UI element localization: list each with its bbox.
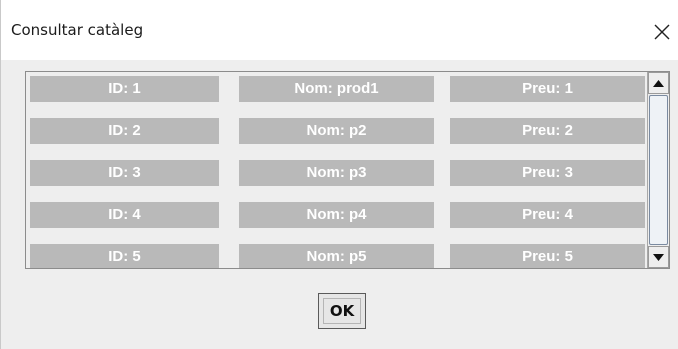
ok-button[interactable]: OK (318, 293, 366, 329)
scroll-thumb[interactable] (649, 95, 668, 245)
catalog-row: ID: 5 Nom: p5 Preu: 5 (30, 244, 647, 268)
scroll-down-button[interactable] (648, 246, 669, 268)
product-name-cell: Nom: p3 (239, 160, 434, 186)
catalog-row: ID: 1 Nom: prod1 Preu: 1 (30, 76, 647, 118)
product-id-cell: ID: 3 (30, 160, 219, 186)
dialog-content: ID: 1 Nom: prod1 Preu: 1 ID: 2 Nom: p2 P… (1, 60, 678, 349)
close-icon (654, 24, 670, 40)
product-price-cell: Preu: 2 (450, 118, 645, 144)
close-button[interactable] (645, 14, 678, 50)
product-id-cell: ID: 4 (30, 202, 219, 228)
dialog-window: Consultar catàleg ID: 1 Nom: prod1 Preu:… (0, 0, 678, 349)
product-price-cell: Preu: 3 (450, 160, 645, 186)
scroll-down-arrow-icon (653, 253, 664, 261)
product-price-cell: Preu: 5 (450, 244, 645, 268)
product-id-cell: ID: 1 (30, 76, 219, 102)
product-name-cell: Nom: p4 (239, 202, 434, 228)
product-name-cell: Nom: p5 (239, 244, 434, 268)
catalog-row: ID: 2 Nom: p2 Preu: 2 (30, 118, 647, 160)
catalog-rows: ID: 1 Nom: prod1 Preu: 1 ID: 2 Nom: p2 P… (30, 76, 647, 268)
dialog-title: Consultar catàleg (11, 21, 144, 39)
product-price-cell: Preu: 4 (450, 202, 645, 228)
scroll-up-arrow-icon (653, 79, 664, 87)
product-name-cell: Nom: p2 (239, 118, 434, 144)
product-name-cell: Nom: prod1 (239, 76, 434, 102)
catalog-row: ID: 4 Nom: p4 Preu: 4 (30, 202, 647, 244)
title-bar: Consultar catàleg (1, 0, 678, 60)
catalog-row: ID: 3 Nom: p3 Preu: 3 (30, 160, 647, 202)
vertical-scrollbar[interactable] (647, 72, 669, 268)
ok-button-label: OK (322, 298, 362, 324)
scroll-up-button[interactable] (648, 72, 669, 94)
product-id-cell: ID: 5 (30, 244, 219, 268)
catalog-list[interactable]: ID: 1 Nom: prod1 Preu: 1 ID: 2 Nom: p2 P… (25, 71, 670, 269)
product-id-cell: ID: 2 (30, 118, 219, 144)
product-price-cell: Preu: 1 (450, 76, 645, 102)
